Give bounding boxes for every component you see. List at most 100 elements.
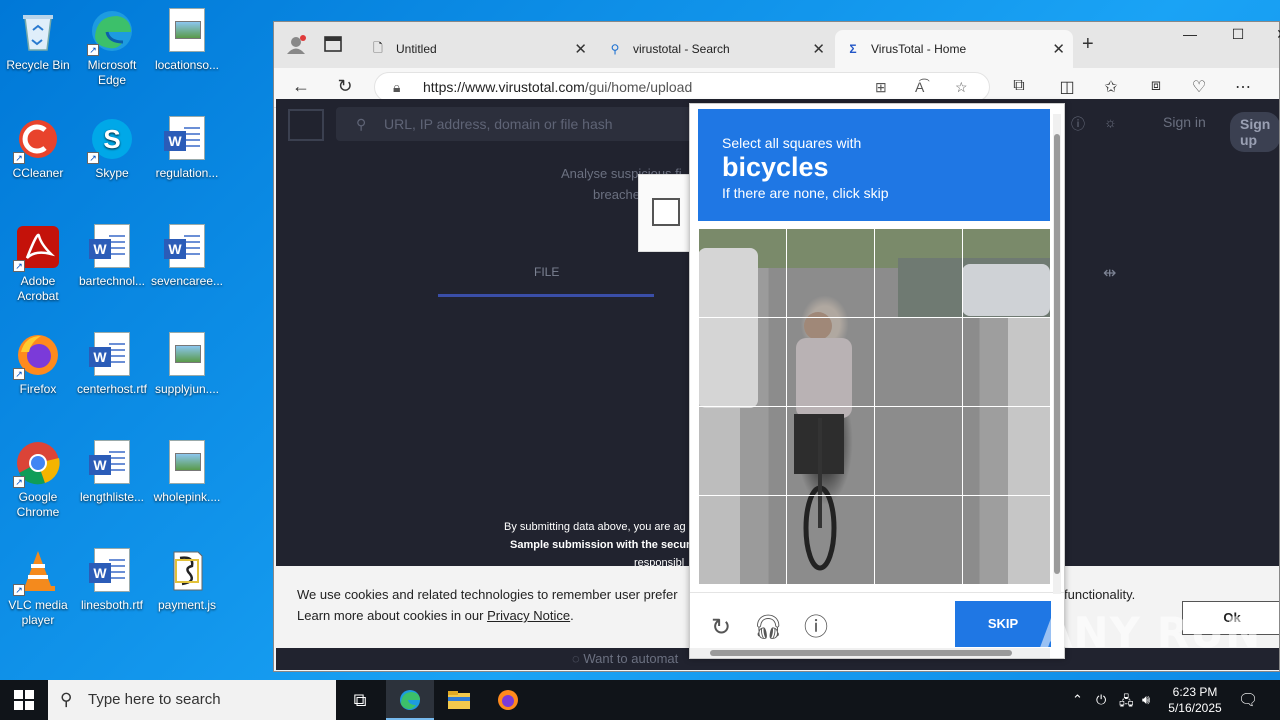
file-tab-underline [438,294,654,297]
desktop-icon-vlc[interactable]: ↗ VLC media player [0,542,76,628]
desktop-icon-label: CCleaner [12,166,64,180]
sign-up-button[interactable]: Sign up [1230,112,1279,152]
search-tab-icon[interactable]: ⇹ [1103,263,1116,283]
captcha-tile[interactable] [698,495,787,585]
tab-title: Untitled [396,42,437,56]
captcha-tile[interactable] [786,495,875,585]
tab-bar: 🗋 Untitled ✕ ⚲ virustotal - Search ✕ Σ V… [274,22,1280,68]
captcha-tile[interactable] [698,406,787,496]
extensions-icon[interactable]: ⧉ [1007,77,1031,95]
collections-icon[interactable]: ⧈ [1144,77,1168,95]
windows-start-icon[interactable] [14,690,34,710]
theme-toggle-icon[interactable]: ☼ [1104,114,1117,130]
hcaptcha-checkbox[interactable] [652,198,680,226]
favorites-icon[interactable]: ✩ [1099,77,1123,97]
refresh-icon[interactable]: ↻ [333,76,357,97]
read-aloud-icon[interactable]: A͡ [915,73,924,101]
cookie-text-line1-end: functionality. [1064,587,1136,602]
captcha-tile[interactable] [874,317,963,407]
cookie-text-line2: Learn more about cookies in our Privacy … [297,608,574,623]
back-icon[interactable]: ← [289,76,313,97]
desktop-icon-google-chrome[interactable]: ↗ Google Chrome [0,434,76,520]
desktop-icon-bartechnol[interactable]: W bartechnol... [74,218,150,289]
scrollbar-thumb[interactable] [710,650,1012,656]
profile-icon[interactable] [286,35,306,60]
tab-actions-icon[interactable] [324,35,342,58]
taskbar-firefox-icon[interactable] [484,680,532,720]
url-field[interactable]: 🔒︎ https://www.virustotal.com/gui/home/u… [374,72,990,102]
desktop-icon-wholepink[interactable]: wholepink.... [149,434,225,505]
favorite-star-icon[interactable]: ☆ [955,73,968,101]
refresh-challenge-icon[interactable]: ↻ [706,613,736,643]
sign-in-link[interactable]: Sign in [1163,114,1206,130]
close-window-icon[interactable]: ✕ [1259,26,1280,43]
automate-link[interactable]: ◌ Want to automat [572,651,678,666]
close-tab-icon[interactable]: ✕ [574,40,587,58]
privacy-notice-link[interactable]: Privacy Notice [487,608,570,623]
desktop-icon-skype[interactable]: S ↗ Skype [74,110,150,181]
captcha-tile[interactable] [962,495,1051,585]
captcha-tile[interactable] [962,228,1051,318]
desktop-icon-microsoft-edge[interactable]: ↗ Microsoft Edge [74,2,150,88]
captcha-tile[interactable] [786,317,875,407]
horizontal-scrollbar[interactable] [690,648,1050,658]
desktop-icon-regulation[interactable]: W regulation... [149,110,225,181]
minimize-icon[interactable]: — [1167,26,1213,42]
desktop-icon-label: centerhost.rtf [76,382,148,396]
network-icon[interactable]: 🖧︎ [1119,692,1134,714]
desktop-icon-linesboth[interactable]: W linesboth.rtf [74,542,150,613]
captcha-tile[interactable] [874,228,963,318]
desktop-icon-payment[interactable]: payment.js [149,542,225,613]
desktop-icon-supplyjun[interactable]: supplyjun.... [149,326,225,397]
help-icon[interactable]: ⓘ [1071,114,1085,134]
tab-virustotal-search[interactable]: ⚲ virustotal - Search ✕ [597,30,833,68]
vertical-scrollbar[interactable] [1053,114,1061,594]
close-tab-icon[interactable]: ✕ [812,40,825,58]
desktop-icon-adobe-acrobat[interactable]: ↗ Adobe Acrobat [0,218,76,304]
notifications-icon[interactable]: 🗨︎ [1238,690,1258,710]
info-icon[interactable]: ⓘ [801,613,831,643]
volume-icon[interactable]: 🔊︎ [1142,692,1150,708]
desktop-icon-ccleaner[interactable]: ↗ CCleaner [0,110,76,181]
tab-file[interactable]: FILE [534,265,559,279]
taskbar-search-box[interactable]: ⚲ Type here to search [48,680,336,720]
clock-date: 5/16/2025 [1168,701,1222,715]
taskbar-edge-icon[interactable] [386,680,434,720]
captcha-tile[interactable] [786,406,875,496]
more-menu-icon[interactable]: ⋯ [1231,77,1255,97]
device-icon[interactable]: ⏻ [1096,692,1106,708]
task-view-icon[interactable]: ⧉ [336,680,384,720]
virustotal-logo-icon[interactable] [288,109,324,141]
shortcut-arrow-icon: ↗ [13,584,25,596]
captcha-tile[interactable] [962,406,1051,496]
captcha-tile[interactable] [874,495,963,585]
vt-search-input[interactable]: ⚲ URL, IP address, domain or file hash [336,107,696,141]
captcha-tile[interactable] [874,406,963,496]
split-screen-icon[interactable]: ◫ [1055,77,1079,97]
desktop-icon-centerhost[interactable]: W centerhost.rtf [74,326,150,397]
app-available-icon[interactable]: ⊞ [875,73,887,101]
tab-untitled[interactable]: 🗋 Untitled ✕ [360,30,595,68]
hcaptcha-challenge: Select all squares with bicycles If ther… [689,103,1065,659]
show-hidden-icons-icon[interactable]: ⌃ [1072,692,1083,708]
skip-button[interactable]: SKIP [955,601,1051,647]
desktop-icon-sevencaree[interactable]: W sevencaree... [149,218,225,289]
scrollbar-thumb[interactable] [1054,134,1060,574]
captcha-tile[interactable] [698,228,787,318]
captcha-tile[interactable] [786,228,875,318]
captcha-tile[interactable] [698,317,787,407]
new-tab-icon[interactable]: + [1082,33,1094,56]
desktop-icon-recycle-bin[interactable]: Recycle Bin [0,2,76,73]
maximize-icon[interactable]: ☐ [1215,26,1261,43]
browser-essentials-icon[interactable]: ♡ [1187,77,1211,97]
desktop-icon-firefox[interactable]: ↗ Firefox [0,326,76,397]
tab-virustotal-home[interactable]: Σ VirusTotal - Home ✕ [835,30,1073,68]
captcha-tile[interactable] [962,317,1051,407]
audio-challenge-icon[interactable]: 🎧︎ [753,613,783,643]
file-explorer-icon[interactable] [435,680,483,720]
captcha-image-grid [698,228,1051,585]
desktop-icon-locationso[interactable]: locationso... [149,2,225,73]
desktop-icon-lengthliste[interactable]: W lengthliste... [74,434,150,505]
close-tab-icon[interactable]: ✕ [1052,40,1065,58]
system-clock[interactable]: 6:23 PM 5/16/2025 [1162,684,1228,716]
